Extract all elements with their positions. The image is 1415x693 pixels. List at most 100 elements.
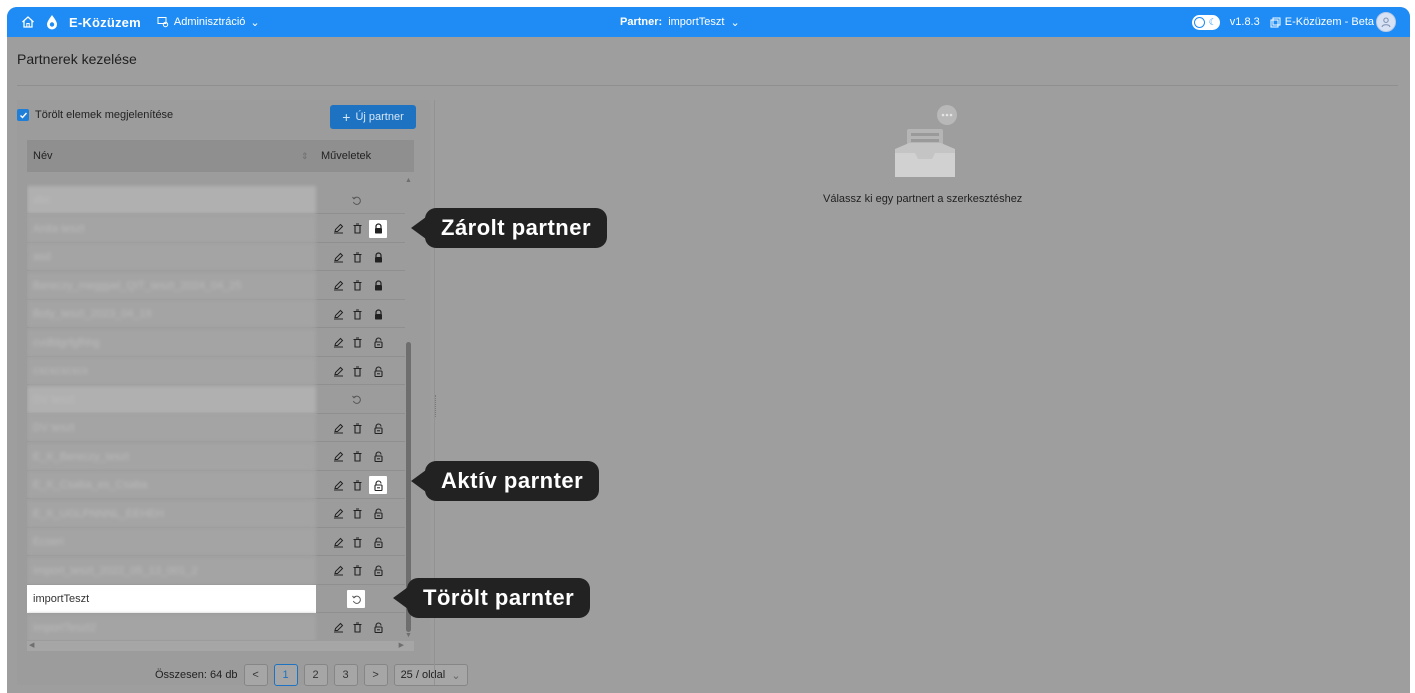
row-actions xyxy=(316,357,405,385)
callout-active: Aktív parnter xyxy=(411,461,600,501)
table-row[interactable]: Boty_teszt_2023_04_19 xyxy=(27,300,405,328)
edit-icon[interactable] xyxy=(331,250,345,264)
lock-icon[interactable] xyxy=(371,307,385,321)
partner-name-cell: E_K_Bereczy_teszt xyxy=(27,442,316,471)
restore-icon[interactable] xyxy=(347,590,365,608)
horizontal-scrollbar[interactable]: ◀ ▶ xyxy=(27,641,414,651)
page-title: Partnerek kezelése xyxy=(17,51,137,67)
user-avatar-icon[interactable] xyxy=(1376,12,1396,32)
unlock-icon[interactable] xyxy=(371,621,385,635)
restore-icon[interactable] xyxy=(349,393,363,407)
table-row[interactable]: DV teszt xyxy=(27,414,405,442)
env-label-wrap[interactable]: E-Közüzem - Beta xyxy=(1270,16,1374,28)
unlock-icon[interactable] xyxy=(369,476,387,494)
delete-icon[interactable] xyxy=(350,478,364,492)
unlock-icon[interactable] xyxy=(371,564,385,578)
vertical-scrollbar[interactable]: ▲ ▼ xyxy=(405,177,413,639)
restore-icon[interactable] xyxy=(349,193,363,207)
scroll-left-icon[interactable]: ◀ xyxy=(29,641,34,649)
unlock-icon[interactable] xyxy=(371,364,385,378)
unlock-icon[interactable] xyxy=(371,535,385,549)
delete-icon[interactable] xyxy=(350,307,364,321)
toggle-knob xyxy=(1193,16,1205,28)
table-row[interactable]: Anita teszt xyxy=(27,214,405,243)
partner-value: importTeszt xyxy=(668,16,725,28)
table-row[interactable]: E_K_Csaba_es_Csaba xyxy=(27,471,405,499)
scroll-right-icon[interactable]: ▶ xyxy=(399,641,404,649)
splitter-grip[interactable] xyxy=(435,395,438,417)
edit-icon[interactable] xyxy=(331,535,345,549)
table-header: Név ⇕ Műveletek xyxy=(27,140,414,172)
home-icon[interactable] xyxy=(21,15,35,29)
table-row[interactable]: DV teszt xyxy=(27,385,405,414)
admin-menu[interactable]: Adminisztráció ⌄ xyxy=(157,16,260,29)
edit-icon[interactable] xyxy=(331,450,345,464)
page-3-button[interactable]: 3 xyxy=(333,664,358,686)
unlock-icon[interactable] xyxy=(371,507,385,521)
edit-icon[interactable] xyxy=(331,564,345,578)
unlock-icon[interactable] xyxy=(371,421,385,435)
lock-icon[interactable] xyxy=(371,279,385,293)
partner-name-cell: Ecseri xyxy=(27,528,316,556)
callout-locked-text: Zárolt partner xyxy=(441,215,592,240)
lock-icon[interactable] xyxy=(371,250,385,264)
delete-icon[interactable] xyxy=(350,250,364,264)
page-size-value: 25 / oldal xyxy=(400,669,446,681)
delete-icon[interactable] xyxy=(350,621,364,635)
delete-icon[interactable] xyxy=(350,421,364,435)
delete-icon[interactable] xyxy=(350,564,364,578)
table-row[interactable]: ImportTeszt2 xyxy=(27,613,405,640)
partner-name-cell: Boty_teszt_2023_04_19 xyxy=(27,300,316,328)
delete-icon[interactable] xyxy=(350,279,364,293)
edit-icon[interactable] xyxy=(331,364,345,378)
edit-icon[interactable] xyxy=(331,307,345,321)
unlock-icon[interactable] xyxy=(371,450,385,464)
page-2-button[interactable]: 2 xyxy=(303,664,328,686)
page-1-button[interactable]: 1 xyxy=(273,664,298,686)
table-row[interactable]: E_K_UGLPNNNL_EEHEH xyxy=(27,499,405,528)
partner-selector[interactable]: Partner: importTeszt ⌄ xyxy=(620,7,740,37)
edit-icon[interactable] xyxy=(331,478,345,492)
row-actions xyxy=(316,557,405,585)
scroll-down-icon[interactable]: ▼ xyxy=(405,632,412,639)
unlock-icon[interactable] xyxy=(371,336,385,350)
delete-icon[interactable] xyxy=(350,222,364,236)
delete-icon[interactable] xyxy=(350,336,364,350)
table-row[interactable]: importTeszt xyxy=(27,585,405,613)
column-header-name[interactable]: Név xyxy=(33,150,53,162)
delete-icon[interactable] xyxy=(350,535,364,549)
callout-deleted-text: Törölt parnter xyxy=(423,585,575,610)
table-row[interactable]: Import_teszt_2022_05_13_001_2 xyxy=(27,556,405,585)
table-row[interactable]: cxcxcxcxcx xyxy=(27,357,405,385)
total-count: Összesen: 64 db xyxy=(155,669,238,681)
table-row[interactable]: Ecseri xyxy=(27,528,405,556)
table-row[interactable]: abc xyxy=(27,186,405,214)
edit-icon[interactable] xyxy=(331,279,345,293)
edit-icon[interactable] xyxy=(331,507,345,521)
table-row[interactable]: Bereczy_meggyel_QIT_teszt_2024_04_25 xyxy=(27,271,405,300)
delete-icon[interactable] xyxy=(350,450,364,464)
theme-toggle[interactable]: ☾ xyxy=(1191,14,1220,30)
row-actions xyxy=(316,300,405,328)
delete-icon[interactable] xyxy=(350,507,364,521)
edit-icon[interactable] xyxy=(331,421,345,435)
table-row[interactable]: E_K_Bereczy_teszt xyxy=(27,442,405,471)
table-row[interactable]: cvdfdgrfgfhhg xyxy=(27,328,405,357)
partner-name-cell: Import_teszt_2022_05_13_001_2 xyxy=(27,556,316,585)
delete-icon[interactable] xyxy=(350,364,364,378)
sort-icon[interactable]: ⇕ xyxy=(301,151,309,162)
column-header-ops: Műveletek xyxy=(321,150,372,162)
edit-icon[interactable] xyxy=(331,222,345,236)
brand-name[interactable]: E-Közüzem xyxy=(69,15,141,30)
prev-page-button[interactable]: < xyxy=(243,664,268,686)
scroll-up-icon[interactable]: ▲ xyxy=(405,177,412,184)
new-partner-button[interactable]: + Új partner xyxy=(330,105,416,129)
next-page-button[interactable]: > xyxy=(363,664,388,686)
lock-icon[interactable] xyxy=(369,219,387,238)
edit-icon[interactable] xyxy=(331,621,345,635)
show-deleted-label: Törölt elemek megjelenítése xyxy=(35,109,174,121)
table-row[interactable]: asd xyxy=(27,243,405,271)
page-size-select[interactable]: 25 / oldal ⌄ xyxy=(393,664,468,686)
show-deleted-checkbox[interactable]: Törölt elemek megjelenítése xyxy=(17,109,173,121)
edit-icon[interactable] xyxy=(331,336,345,350)
